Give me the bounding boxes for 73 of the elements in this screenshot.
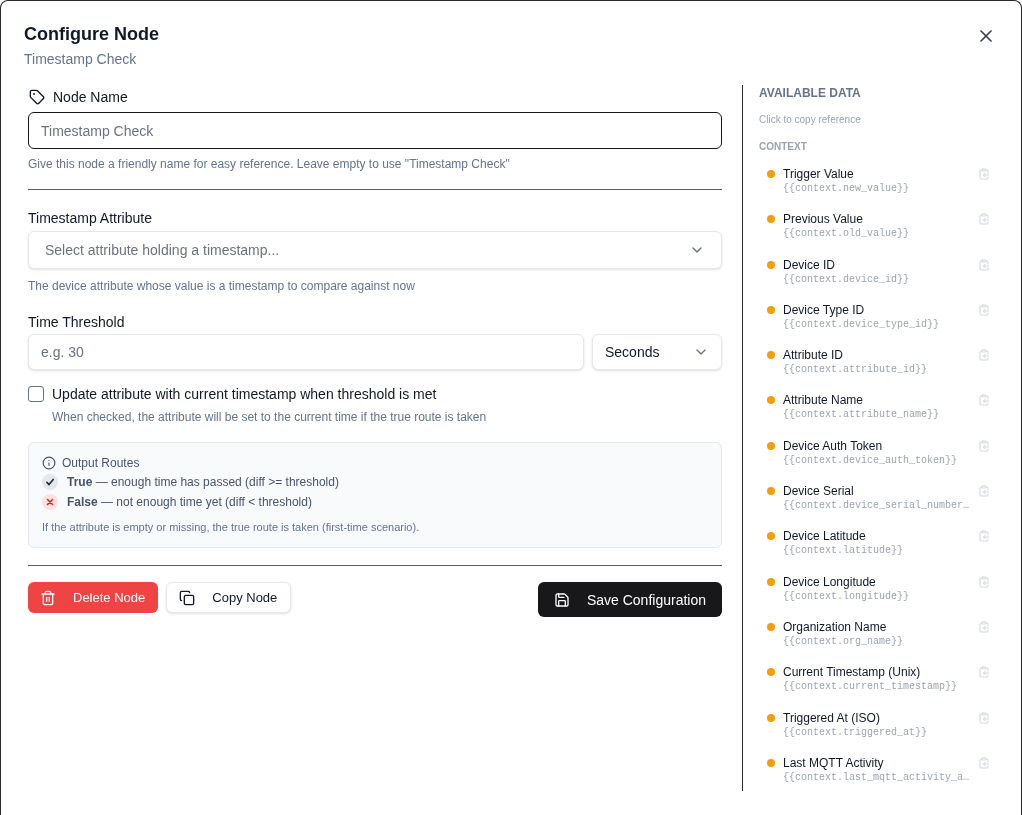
tag-icon	[29, 89, 45, 105]
reference-label: Device Longitude	[783, 573, 877, 590]
reference-label: Triggered At (ISO)	[783, 709, 881, 726]
section-heading: CONTEXT	[759, 140, 808, 154]
reference-label: Organization Name	[783, 618, 888, 635]
help-text: Give this node a friendly name for easy reference. Leave empty to use "Timestamp Check"	[28, 156, 511, 172]
checkbox-label: Update attribute with current timestamp when threshold is met	[52, 385, 437, 404]
reference-label: Device ID	[783, 256, 836, 273]
copy-button[interactable]: Copy Node	[166, 582, 292, 613]
clipboard-icon[interactable]	[978, 213, 990, 226]
panel-title: AVAILABLE DATA	[759, 85, 862, 101]
reference-code: {{context.org_name}}	[783, 634, 905, 649]
node-name-input[interactable]: Timestamp Check	[28, 112, 722, 149]
panel-hint: Click to copy reference	[759, 113, 862, 127]
route-description: False — not enough time yet (diff < threshold)	[67, 494, 312, 510]
clipboard-icon[interactable]	[978, 349, 990, 362]
reference-label: Previous Value	[783, 211, 864, 228]
clipboard-icon[interactable]	[978, 666, 990, 679]
clipboard-icon[interactable]	[978, 258, 990, 271]
reference-code: {{context.attribute_id}}	[783, 363, 929, 378]
reference-label: Device Type ID	[783, 301, 866, 318]
reference-code: {{context.new_value}}	[783, 182, 911, 196]
unit-select[interactable]: Seconds	[592, 334, 722, 370]
clipboard-icon[interactable]	[978, 756, 990, 769]
reference-label: Attribute Name	[783, 392, 865, 409]
reference-label: Current Timestamp (Unix)	[783, 664, 922, 681]
reference-code: {{context.device_id}}	[783, 272, 911, 287]
save-icon	[553, 591, 570, 608]
clipboard-icon[interactable]	[978, 575, 990, 588]
info-note: If the attribute is empty or missing, the true route is taken (first-time scenario).	[42, 520, 421, 535]
field-label: Time Threshold	[28, 313, 126, 332]
info-title: Output Routes	[62, 455, 140, 471]
clipboard-icon[interactable]	[978, 394, 990, 407]
reference-code: {{context.attribute_name}}	[783, 408, 941, 423]
reference-code: {{context.triggered_at}}	[783, 725, 929, 740]
field-label: Node Name	[53, 88, 128, 107]
help-text: When checked, the attribute will be set to the current time if the true route is taken	[52, 409, 488, 425]
reference-code: {{context.last_mqtt_activity_a…	[783, 770, 971, 785]
field-label: Timestamp Attribute	[28, 209, 153, 228]
copy-icon	[179, 589, 196, 606]
threshold-input[interactable]: e.g. 30	[28, 334, 584, 370]
info-icon	[42, 456, 56, 470]
save-button[interactable]: Save Configuration	[537, 582, 722, 617]
clipboard-icon[interactable]	[978, 620, 990, 633]
clipboard-icon[interactable]	[978, 168, 990, 180]
reference-label: Trigger Value	[783, 166, 855, 182]
dialog-title: Configure Node	[24, 23, 159, 46]
reference-label: Device Latitude	[783, 528, 867, 545]
reference-label: Device Serial	[783, 483, 855, 500]
clipboard-icon[interactable]	[978, 530, 990, 543]
dialog-subtitle: Timestamp Check	[24, 50, 138, 69]
checkbox[interactable]	[28, 386, 44, 402]
delete-button[interactable]: Delete Node	[28, 582, 159, 613]
reference-code: {{context.current_timestamp}}	[783, 680, 959, 695]
check-icon	[42, 474, 58, 490]
cross-icon	[42, 494, 58, 510]
reference-label: Device Auth Token	[783, 437, 884, 454]
help-text: The device attribute whose value is a timestamp to compare against now	[28, 278, 416, 294]
reference-code: {{context.device_auth_token}}	[783, 453, 959, 468]
reference-code: {{context.old_value}}	[783, 227, 911, 242]
reference-label: Last MQTT Activity	[783, 754, 885, 771]
clipboard-icon[interactable]	[978, 711, 990, 724]
reference-label: Attribute ID	[783, 347, 845, 364]
reference-code: {{context.latitude}}	[783, 544, 905, 559]
route-description: True — enough time has passed (diff >= threshold)	[67, 474, 339, 490]
reference-code: {{context.device_serial_number…	[783, 499, 971, 514]
clipboard-icon[interactable]	[978, 303, 990, 316]
trash-icon	[40, 589, 56, 606]
reference-code: {{context.longitude}}	[783, 589, 911, 604]
attribute-select[interactable]: Select attribute holding a timestamp...	[28, 231, 722, 269]
clipboard-icon[interactable]	[978, 485, 990, 498]
reference-code: {{context.device_type_id}}	[783, 317, 941, 332]
clipboard-icon[interactable]	[978, 439, 990, 452]
